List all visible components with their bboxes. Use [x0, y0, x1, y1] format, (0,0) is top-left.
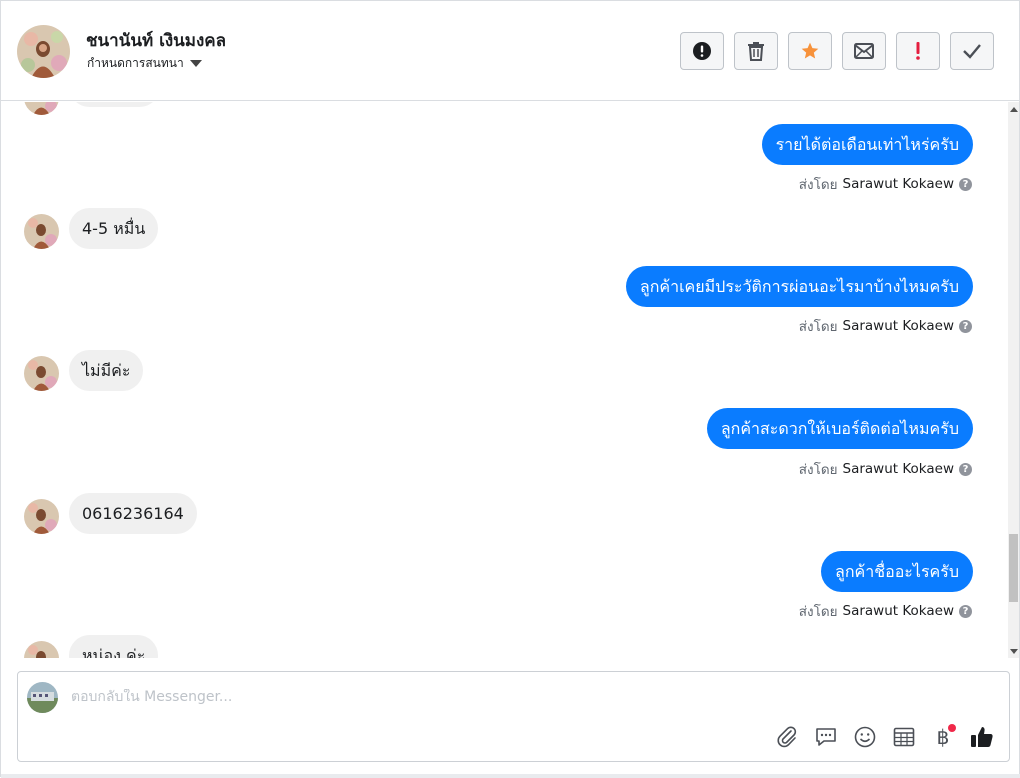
- scroll-up-arrow[interactable]: [1008, 102, 1019, 116]
- help-icon[interactable]: ?: [959, 319, 972, 333]
- sender-name[interactable]: Sarawut Kokaew: [843, 176, 955, 192]
- envelope-icon: [854, 43, 874, 59]
- reply-input[interactable]: [71, 689, 971, 705]
- emoji-icon: [854, 726, 876, 748]
- sent-by-line: ส่งโดย Sarawut Kokaew ?: [799, 600, 972, 622]
- notification-dot: [948, 724, 956, 732]
- contact-avatar-small: [24, 102, 59, 115]
- sender-name[interactable]: Sarawut Kokaew: [843, 461, 955, 477]
- contact-avatar[interactable]: [17, 25, 70, 78]
- sent-by-line: ส่งโดย Sarawut Kokaew ?: [799, 458, 972, 480]
- sender-name[interactable]: Sarawut Kokaew: [843, 603, 955, 619]
- paperclip-icon: [777, 726, 797, 748]
- star-icon: [801, 42, 819, 59]
- assign-conversation-dropdown[interactable]: กำหนดการสนทนา: [87, 54, 202, 73]
- chevron-down-icon: [189, 60, 202, 67]
- sent-by-label: ส่งโดย: [798, 319, 838, 335]
- saved-reply-icon: [816, 728, 836, 746]
- checkmark-icon: [963, 44, 981, 59]
- assign-conversation-label: กำหนดการสนทนา: [87, 56, 184, 70]
- contact-name: ชนานันท์ เงินมงคล: [86, 31, 227, 51]
- sent-by-line: ส่งโดย Sarawut Kokaew ?: [799, 315, 972, 337]
- conversation-actions: [680, 32, 994, 70]
- composer-tools: ฿: [774, 724, 995, 750]
- trash-icon: [748, 42, 764, 61]
- contact-avatar-small: [24, 641, 59, 658]
- payment-button[interactable]: ฿: [930, 724, 956, 750]
- mark-unread-button[interactable]: [842, 32, 886, 70]
- conversation-header: ชนานันท์ เงินมงคล กำหนดการสนทนา: [1, 1, 1019, 101]
- page-avatar: [27, 682, 58, 713]
- message-bubble-outgoing: ลูกค้าชื่ออะไรครับ: [821, 551, 973, 592]
- star-button[interactable]: [788, 32, 832, 70]
- emoji-button[interactable]: [852, 724, 878, 750]
- message-bubble-outgoing: รายได้ต่อเดือนเท่าไหร่ครับ: [761, 124, 973, 165]
- conversation-window: ชนานันท์ เงินมงคล กำหนดการสนทนา รายได้ต่…: [0, 0, 1020, 778]
- message-bubble-incoming: ไม่มีค่ะ: [69, 350, 144, 391]
- help-icon[interactable]: ?: [959, 462, 972, 476]
- follow-up-button[interactable]: [896, 32, 940, 70]
- sent-by-label: ส่งโดย: [798, 462, 838, 478]
- bottom-divider: [1, 774, 1020, 778]
- message-bubble-incoming: 4-5 หมื่น: [69, 208, 159, 249]
- contact-avatar-small: [24, 214, 59, 249]
- like-button[interactable]: [969, 724, 995, 750]
- help-icon[interactable]: ?: [959, 604, 972, 618]
- sent-by-label: ส่งโดย: [798, 604, 838, 620]
- thread-scrollbar[interactable]: [1008, 102, 1019, 658]
- saved-replies-button[interactable]: [813, 724, 839, 750]
- attach-file-button[interactable]: [774, 724, 800, 750]
- reply-composer: ฿: [17, 671, 1010, 762]
- message-bubble-outgoing: ลูกค้าเคยมีประวัติการผ่อนอะไรมาบ้างไหมคร…: [625, 266, 973, 307]
- delete-button[interactable]: [734, 32, 778, 70]
- sent-by-line: ส่งโดย Sarawut Kokaew ?: [799, 173, 972, 195]
- sent-by-label: ส่งโดย: [798, 177, 838, 193]
- mark-spam-button[interactable]: [680, 32, 724, 70]
- sender-name[interactable]: Sarawut Kokaew: [843, 318, 955, 334]
- scroll-down-arrow[interactable]: [1008, 644, 1019, 658]
- contact-avatar-small: [24, 499, 59, 534]
- appointment-button[interactable]: [891, 724, 917, 750]
- contact-avatar-small: [24, 356, 59, 391]
- calendar-icon: [893, 727, 915, 747]
- mark-done-button[interactable]: [950, 32, 994, 70]
- like-icon: [971, 727, 993, 747]
- message-bubble-outgoing: ลูกค้าสะดวกให้เบอร์ติดต่อไหมครับ: [706, 408, 973, 449]
- help-icon[interactable]: ?: [959, 177, 972, 191]
- message-bubble-incoming: 0616236164: [69, 493, 197, 534]
- message-bubble-incoming: [69, 102, 160, 107]
- message-thread[interactable]: รายได้ต่อเดือนเท่าไหร่ครับ ส่งโดย Sarawu…: [1, 102, 1008, 658]
- message-bubble-incoming: หน่อง ค่ะ: [69, 635, 159, 658]
- scrollbar-thumb[interactable]: [1009, 534, 1018, 602]
- exclamation-icon: [916, 42, 920, 60]
- alert-circle-icon: [693, 42, 711, 60]
